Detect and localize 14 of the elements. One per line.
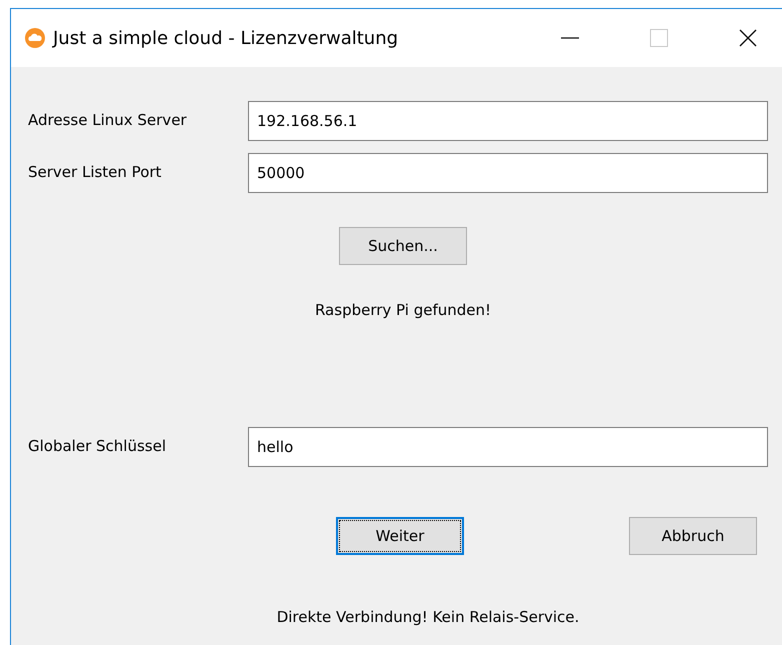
input-field[interactable]: 192.168.56.1 <box>248 101 768 141</box>
close-icon[interactable] <box>739 29 757 47</box>
search-button[interactable]: Suchen... <box>339 227 467 265</box>
status-message: Direkte Verbindung! Kein Relais-Service. <box>276 608 580 626</box>
status-text: Raspberry Pi gefunden! <box>314 301 492 319</box>
cancel-button[interactable]: Abbruch <box>629 517 757 555</box>
window-title: Just a simple cloud - Lizenzverwaltung <box>53 28 398 48</box>
next-button[interactable]: Weiter <box>336 517 464 555</box>
cloud-icon <box>25 28 45 48</box>
field-label: Server Listen Port <box>28 162 162 181</box>
field-label: Globaler Schlüssel <box>28 436 167 455</box>
input-field[interactable]: 50000 <box>248 153 768 193</box>
input-field[interactable]: hello <box>248 427 768 467</box>
field-label: Adresse Linux Server <box>28 110 188 129</box>
